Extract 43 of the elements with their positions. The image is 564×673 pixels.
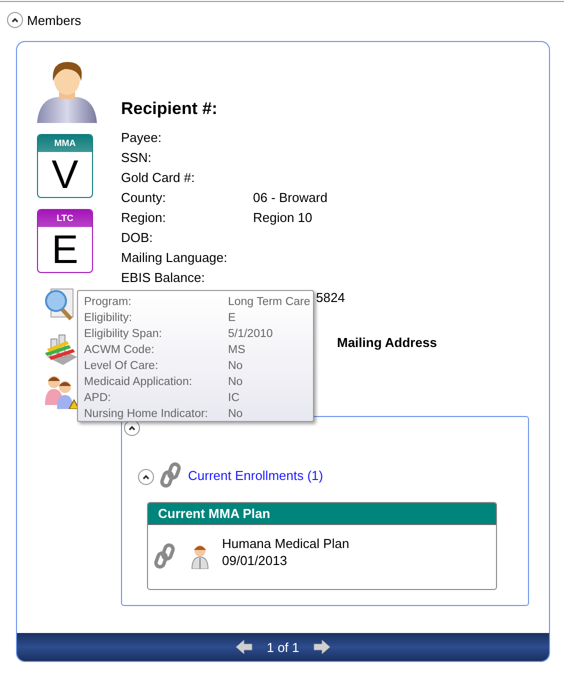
collapse-button[interactable]: [7, 12, 23, 28]
tooltip-value: 5/1/2010: [228, 328, 273, 340]
tooltip-value: E: [228, 312, 236, 324]
doctor-icon: [190, 543, 210, 569]
field-value: 06 - Broward: [253, 190, 328, 204]
tooltip-label: Nursing Home Indicator:: [84, 408, 209, 420]
tooltip-label: Program:: [84, 296, 132, 308]
plan-name: Humana Medical Plan: [222, 535, 350, 552]
tooltip-value: No: [228, 376, 243, 388]
program-badge: LTC E: [37, 209, 93, 273]
recipient-heading: Recipient #:: [121, 99, 218, 119]
plan-date: 09/01/2013: [222, 552, 288, 569]
enrollments-link[interactable]: Current Enrollments (1): [188, 468, 324, 482]
tooltip-label: APD:: [84, 392, 112, 404]
field-label: County:: [121, 190, 167, 204]
program-badge: MMA V: [37, 134, 93, 198]
field-label: DOB:: [121, 230, 154, 244]
field-label: Payee:: [121, 130, 162, 144]
mailing-address-heading: Mailing Address: [337, 335, 437, 350]
tooltip-value: No: [228, 408, 243, 420]
person-avatar-icon: [35, 59, 99, 123]
page-indicator: 1 of 1: [266, 640, 300, 654]
tooltip-value: MS: [228, 344, 246, 356]
field-label: Region:: [121, 210, 167, 224]
collapse-button[interactable]: [138, 468, 154, 484]
field-label: Mailing Language:: [121, 250, 228, 264]
field-label: Gold Card #:: [121, 170, 196, 184]
field-value: 5824: [316, 290, 345, 304]
field-label: EBIS Balance:: [121, 270, 206, 284]
previous-button[interactable]: [234, 639, 253, 655]
tooltip-label: Level Of Care:: [84, 360, 160, 372]
tooltip-value: Long Term Care: [228, 296, 310, 308]
tooltip-label: Eligibility Span:: [84, 328, 163, 340]
tooltip-label: ACWM Code:: [84, 344, 156, 356]
plan-title: Current MMA Plan: [148, 503, 496, 525]
tooltip-label: Eligibility:: [84, 312, 133, 324]
tooltip-value: No: [228, 360, 243, 372]
field-label: SSN:: [121, 150, 152, 164]
field-value: Region 10: [253, 210, 312, 224]
section-title: Members: [27, 12, 82, 28]
tooltip-value: IC: [228, 392, 240, 404]
next-button[interactable]: [313, 639, 332, 655]
tooltip-label: Medicaid Application:: [84, 376, 194, 388]
